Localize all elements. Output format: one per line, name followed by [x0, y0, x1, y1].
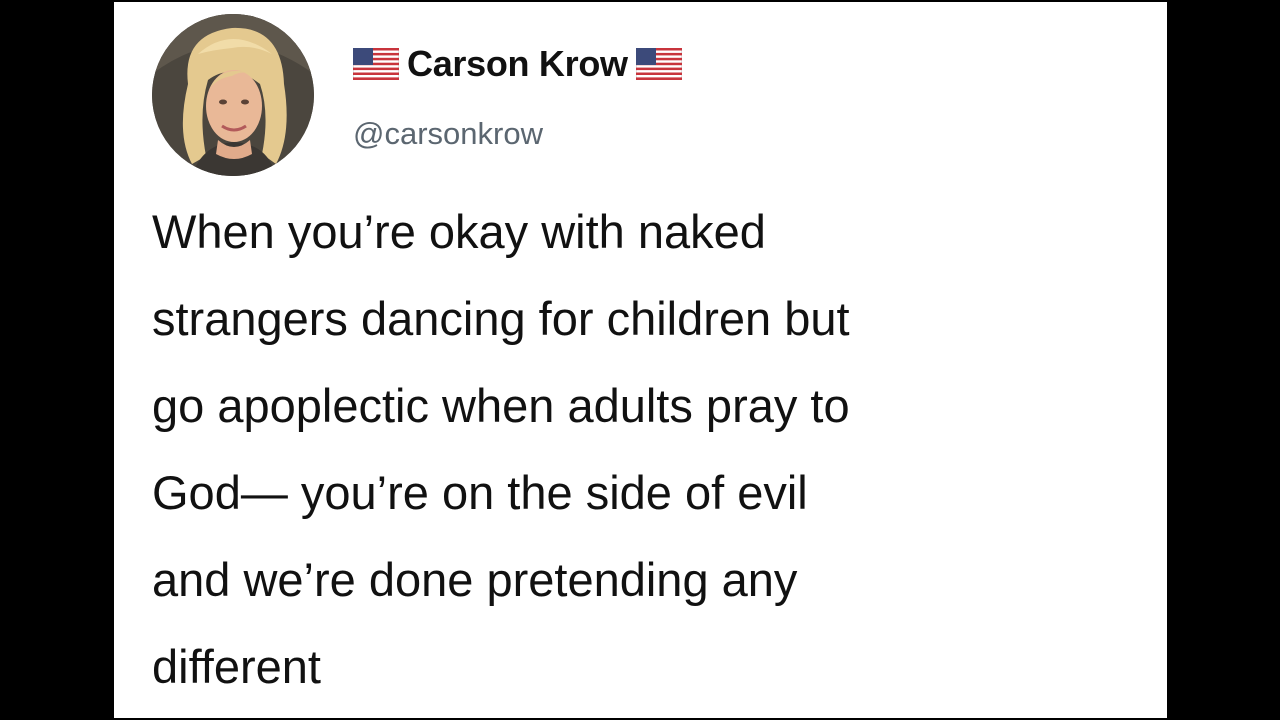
avatar[interactable] — [152, 14, 314, 176]
tweet-text-line: different — [152, 640, 321, 693]
us-flag-icon — [635, 48, 682, 80]
tweet-text-line: When you’re okay with naked — [152, 205, 766, 258]
tweet-text-line: strangers dancing for children but — [152, 292, 850, 345]
us-flag-icon — [353, 48, 399, 80]
tweet-card: Carson Krow @carsonkrow When you’re okay… — [114, 2, 1167, 718]
screen: Carson Krow @carsonkrow When you’re okay… — [0, 0, 1280, 720]
author-handle[interactable]: @carsonkrow — [353, 112, 543, 156]
author-display-name[interactable]: Carson Krow — [407, 40, 628, 88]
tweet-text: When you’re okay with naked strangers da… — [152, 188, 1162, 710]
tweet-text-line: and we’re done pretending any — [152, 553, 798, 606]
author-name-row[interactable]: Carson Krow — [353, 40, 682, 88]
tweet-text-line: God— you’re on the side of evil — [152, 466, 808, 519]
avatar-image — [152, 14, 314, 176]
tweet-text-line: go apoplectic when adults pray to — [152, 379, 850, 432]
